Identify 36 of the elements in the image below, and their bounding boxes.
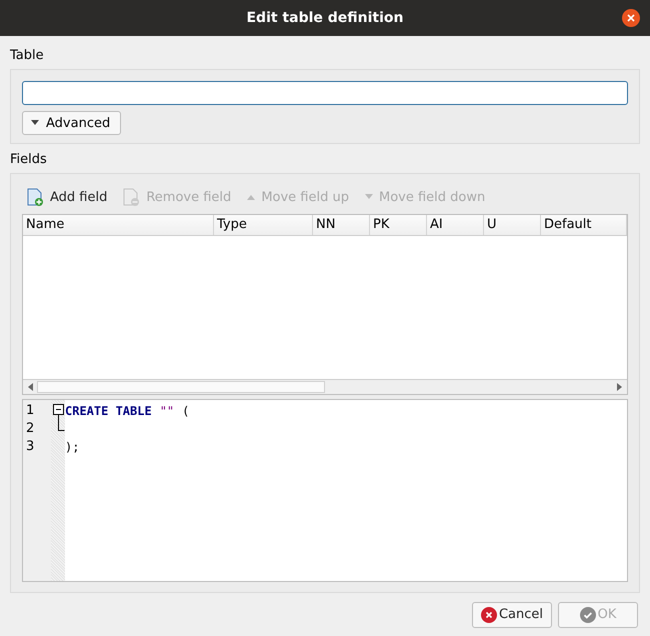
caret-icon [31,120,39,126]
section-label: Fields [10,152,47,169]
column-header[interactable]: Name [23,215,214,235]
line-number: 3 [25,438,34,456]
check-icon [580,606,596,622]
sql-editor[interactable]: 1 2 3 CREATE TABLE "" ( ); [22,399,628,582]
line-number: 1 [25,402,34,420]
fold-marker-icon[interactable] [53,402,65,432]
close-button[interactable] [622,9,640,27]
scroll-right-icon [617,383,623,391]
sql-text: ); [65,440,80,454]
line-number: 2 [25,420,34,438]
close-icon [622,9,640,27]
sql-keyword: CREATE TABLE [65,404,152,418]
document-minus-icon [123,188,140,206]
advanced-button[interactable]: Advanced [22,111,122,135]
column-header[interactable]: NN [313,215,370,235]
up-arrow-icon [247,194,256,200]
toolbar-button[interactable]: Add field [25,188,110,206]
column-header[interactable]: PK [370,215,427,235]
column-header[interactable]: U [484,215,541,235]
column-header[interactable]: Type [214,215,313,235]
scroll-left-icon [27,383,33,391]
window-title: Edit table definition [246,10,404,26]
column-header[interactable]: AI [427,215,484,235]
document-plus-icon [27,188,44,206]
cancel-button[interactable]: Cancel [472,602,552,628]
cancel-icon [480,606,497,622]
column-header[interactable]: Default [541,215,627,235]
down-arrow-icon [364,194,373,200]
scroll-thumb[interactable] [37,381,325,393]
sql-text: ( [182,404,190,418]
section-label: Table [10,48,44,65]
sql-string: "" [160,404,174,418]
horizontal-scrollbar[interactable] [23,379,627,394]
table-name-field[interactable] [22,81,628,105]
